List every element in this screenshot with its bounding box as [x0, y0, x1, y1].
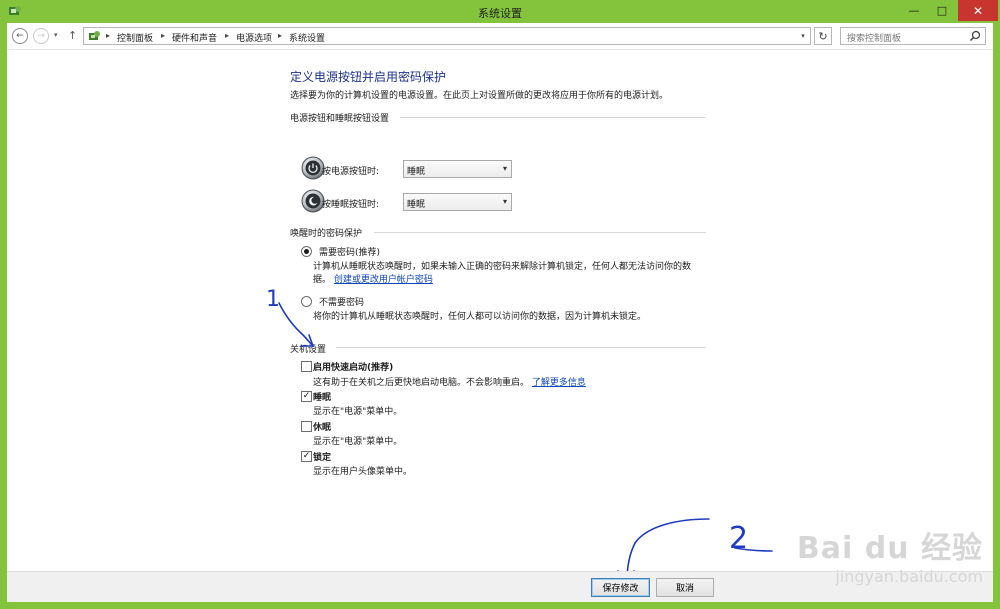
fast-startup-label[interactable]: 启用快速启动(推荐) — [313, 360, 393, 373]
control-panel-icon — [89, 31, 100, 40]
window-title: 系统设置 — [478, 7, 522, 20]
lock-option-label[interactable]: 锁定 — [313, 450, 331, 463]
address-dropdown-chevron-icon[interactable]: ▾ — [796, 28, 810, 44]
section-divider — [400, 117, 706, 118]
breadcrumb-power-options[interactable]: 电源选项 — [236, 31, 272, 44]
lock-option-description: 显示在用户头像菜单中。 — [313, 467, 413, 477]
up-button[interactable]: ↑ — [68, 29, 77, 42]
minimize-button[interactable]: — — [900, 0, 928, 21]
page-subheading: 选择要为你的计算机设置的电源设置。在此页上对设置所做的更改将应用于你所有的电源计… — [290, 91, 669, 101]
require-password-description: 计算机从睡眠状态唤醒时，如果未输入正确的密码来解除计算机锁定，任何人都无法访问你… — [313, 262, 692, 272]
forward-button[interactable]: → — [33, 28, 49, 44]
hibernate-option-label[interactable]: 休眠 — [313, 420, 331, 433]
no-password-label[interactable]: 不需要密码 — [319, 295, 364, 308]
breadcrumb-separator-icon: ▸ — [225, 31, 230, 40]
address-bar[interactable]: ▸ 控制面板 ▸ 硬件和声音 ▸ 电源选项 ▸ 系统设置 ▾ — [83, 27, 811, 45]
main-content: 定义电源按钮并启用密码保护 选择要为你的计算机设置的电源设置。在此页上对设置所做… — [7, 51, 993, 571]
sleep-button-action-value: 睡眠 — [407, 200, 426, 210]
sleep-option-label[interactable]: 睡眠 — [313, 390, 331, 403]
power-button-action-select[interactable]: 睡眠 ▾ — [403, 160, 512, 178]
no-password-description: 将你的计算机从睡眠状态唤醒时，任何人都可以访问你的数据，因为计算机未锁定。 — [313, 312, 647, 322]
save-changes-button[interactable]: 保存修改 — [591, 578, 650, 597]
recent-locations-chevron-icon[interactable]: ▾ — [54, 31, 58, 39]
breadcrumb-separator-icon: ▸ — [278, 31, 283, 40]
fast-startup-checkbox[interactable] — [301, 361, 312, 372]
create-change-password-link[interactable]: 创建或更改用户帐户密码 — [334, 275, 433, 285]
sleep-option-description: 显示在"电源"菜单中。 — [313, 407, 403, 417]
chevron-down-icon: ▾ — [502, 164, 507, 173]
shutdown-section-title: 关机设置 — [290, 345, 327, 355]
fast-startup-description-text: 这有助于在关机之后更快地启动电脑。不会影响重启。 — [313, 378, 530, 388]
hibernate-option-description: 显示在"电源"菜单中。 — [313, 437, 403, 447]
learn-more-link[interactable]: 了解更多信息 — [532, 378, 586, 388]
require-password-label[interactable]: 需要密码(推荐) — [319, 245, 380, 258]
maximize-button[interactable]: □ — [928, 0, 956, 21]
search-placeholder: 搜索控制面板 — [847, 34, 902, 44]
require-password-description-tail: 据。 — [313, 275, 332, 285]
sleep-button-action-select[interactable]: 睡眠 ▾ — [403, 193, 512, 211]
breadcrumb-separator-icon: ▸ — [106, 31, 111, 40]
require-password-radio[interactable] — [301, 246, 312, 257]
back-button[interactable]: ← — [12, 28, 28, 44]
breadcrumb-separator-icon: ▸ — [161, 31, 166, 40]
window-frame: 系统设置 — □ ✕ ← → ▾ ↑ ▸ 控制面板 ▸ 硬件和声音 ▸ 电源选项 — [0, 0, 1000, 609]
section-divider — [374, 232, 706, 233]
password-section-title: 唤醒时的密码保护 — [290, 229, 363, 239]
section-divider — [336, 347, 706, 348]
window-client: ← → ▾ ↑ ▸ 控制面板 ▸ 硬件和声音 ▸ 电源选项 ▸ 系统设置 ▾ ↻… — [7, 23, 993, 602]
breadcrumb-control-panel[interactable]: 控制面板 — [117, 31, 153, 44]
navigation-bar: ← → ▾ ↑ ▸ 控制面板 ▸ 硬件和声音 ▸ 电源选项 ▸ 系统设置 ▾ ↻… — [7, 23, 993, 50]
power-button-label: 按电源按钮时: — [322, 167, 380, 177]
page-heading: 定义电源按钮并启用密码保护 — [290, 70, 447, 84]
power-buttons-section-title: 电源按钮和睡眠按钮设置 — [290, 114, 390, 124]
search-box[interactable]: 搜索控制面板 — [840, 27, 986, 45]
sleep-checkbox[interactable]: ✓ — [301, 391, 312, 402]
cancel-button[interactable]: 取消 — [656, 578, 714, 597]
button-bar: 保存修改 取消 — [7, 571, 993, 602]
close-button[interactable]: ✕ — [958, 0, 998, 21]
chevron-down-icon: ▾ — [502, 197, 507, 206]
no-password-radio[interactable] — [301, 296, 312, 307]
require-password-description-end: 据。 创建或更改用户帐户密码 — [313, 272, 433, 285]
breadcrumb-system-settings[interactable]: 系统设置 — [289, 31, 325, 44]
refresh-button[interactable]: ↻ — [814, 27, 832, 45]
breadcrumb-hardware-sound[interactable]: 硬件和声音 — [172, 31, 217, 44]
title-bar[interactable]: 系统设置 — □ ✕ — [0, 0, 1000, 23]
lock-checkbox[interactable]: ✓ — [301, 451, 312, 462]
hibernate-checkbox[interactable] — [301, 421, 312, 432]
power-button-action-value: 睡眠 — [407, 167, 426, 177]
fast-startup-description: 这有助于在关机之后更快地启动电脑。不会影响重启。 了解更多信息 — [313, 375, 586, 388]
sleep-button-label: 按睡眠按钮时: — [322, 200, 380, 210]
search-icon[interactable] — [969, 30, 981, 42]
